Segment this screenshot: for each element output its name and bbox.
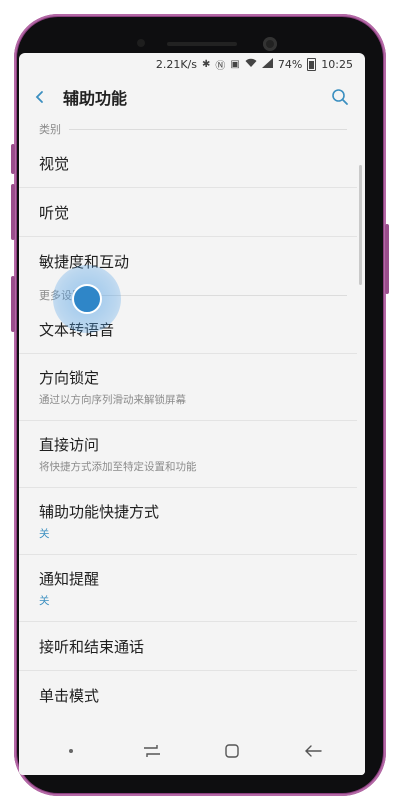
list-item-answer-end[interactable]: 接听和结束通话 (19, 622, 357, 671)
search-button[interactable] (325, 82, 355, 112)
nav-dot (51, 735, 91, 767)
item-status: 关 (39, 595, 50, 607)
section-header-category: 类别 (19, 119, 365, 139)
back-button[interactable] (23, 80, 57, 114)
clock: 10:25 (321, 57, 353, 71)
section-header-label: 类别 (39, 123, 61, 136)
app-bar: 辅助功能 (19, 75, 365, 119)
item-subtitle: 将快捷方式添加至特定设置和功能 (39, 461, 197, 473)
front-camera (263, 37, 277, 51)
item-title: 听觉 (39, 203, 70, 222)
battery-icon (307, 57, 317, 71)
bluetooth-icon: ✱ (202, 58, 211, 70)
back-icon (304, 745, 322, 757)
item-title: 直接访问 (39, 436, 100, 454)
volume-button-lower (11, 184, 15, 240)
list-item-notification[interactable]: 通知提醒 关 (19, 555, 357, 622)
back-arrow-icon (35, 91, 43, 103)
list-item-vision[interactable]: 视觉 (19, 139, 357, 188)
volume-button (11, 144, 15, 174)
list-item-hearing[interactable]: 听觉 (19, 188, 357, 237)
battery-percent: 74% (277, 57, 303, 71)
list-item-shortcut[interactable]: 辅助功能快捷方式 关 (19, 488, 357, 555)
item-title: 辅助功能快捷方式 (39, 503, 160, 521)
list-item-direction-lock[interactable]: 方向锁定 通过以方向序列滑动来解锁屏幕 (19, 354, 357, 421)
item-subtitle: 通过以方向序列滑动来解锁屏幕 (39, 394, 186, 406)
network-speed: 2.21K/s (155, 57, 197, 71)
section-divider (69, 128, 347, 130)
earpiece-speaker (167, 42, 237, 46)
list-item-direct-access[interactable]: 直接访问 将快捷方式添加至特定设置和功能 (19, 421, 357, 488)
search-icon (332, 89, 348, 105)
bixby-button (11, 276, 15, 332)
item-title: 通知提醒 (39, 570, 100, 588)
item-title: 单击模式 (39, 686, 100, 705)
power-button (385, 224, 389, 294)
screen: 2.21K/s ✱ Ⓝ ▣ 74% 10:25 辅助功能 类别 视觉 听觉 敏捷… (19, 53, 365, 775)
recent-apps-button[interactable] (132, 735, 172, 767)
nav-back-button[interactable] (293, 735, 333, 767)
scrollbar[interactable] (359, 165, 362, 285)
page-title: 辅助功能 (63, 89, 128, 108)
navigation-bar (19, 727, 365, 775)
item-title: 方向锁定 (39, 369, 100, 387)
item-title: 视觉 (39, 154, 70, 173)
sensor-dot (137, 39, 145, 47)
touch-indicator (53, 265, 121, 333)
nfc-icon: Ⓝ (215, 60, 226, 72)
item-status: 关 (39, 528, 50, 540)
wifi-icon (245, 58, 257, 71)
list-item-single-tap[interactable]: 单击模式 (19, 671, 357, 719)
signal-icon (261, 57, 273, 71)
item-title: 接听和结束通话 (39, 637, 145, 656)
recent-apps-icon (143, 745, 160, 757)
status-bar: 2.21K/s ✱ Ⓝ ▣ 74% 10:25 (19, 53, 365, 75)
touch-indicator-core (72, 284, 102, 314)
section-divider (91, 294, 347, 296)
home-button[interactable] (212, 735, 252, 767)
home-icon (225, 744, 239, 758)
vibrate-icon: ▣ (230, 58, 240, 70)
